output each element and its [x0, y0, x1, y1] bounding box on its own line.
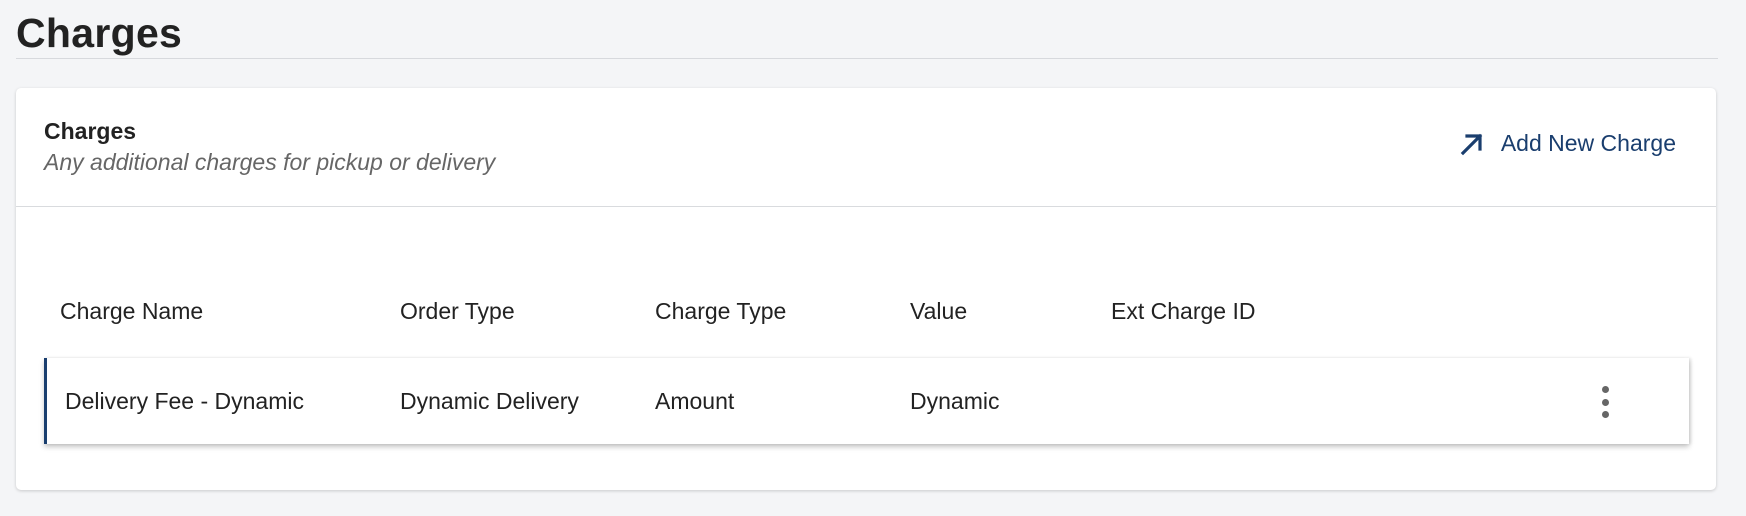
more-vertical-icon[interactable]	[1597, 386, 1613, 418]
table-header: Charge Name Order Type Charge Type Value…	[16, 298, 1716, 338]
column-header-charge-name: Charge Name	[60, 298, 204, 324]
cell-value: Dynamic	[910, 388, 1000, 414]
add-new-charge-button[interactable]: Add New Charge	[1459, 130, 1676, 157]
add-new-charge-label: Add New Charge	[1500, 130, 1676, 156]
cell-charge-type: Amount	[655, 388, 735, 414]
column-header-value: Value	[910, 298, 968, 324]
column-header-order-type: Order Type	[400, 298, 515, 324]
column-header-charge-type: Charge Type	[655, 298, 787, 324]
cell-order-type: Dynamic Delivery	[400, 388, 579, 414]
table-row[interactable]: Delivery Fee - Dynamic Dynamic Delivery …	[44, 358, 1689, 444]
page-title: Charges	[16, 10, 183, 56]
column-header-ext-charge-id: Ext Charge ID	[1111, 298, 1256, 324]
arrow-up-right-icon	[1459, 131, 1485, 157]
charges-card: Charges Any additional charges for picku…	[16, 88, 1716, 490]
cell-charge-name: Delivery Fee - Dynamic	[65, 388, 304, 414]
title-divider	[16, 58, 1718, 59]
card-header: Charges Any additional charges for picku…	[16, 88, 1716, 207]
card-title: Charges	[44, 118, 137, 144]
card-subtitle: Any additional charges for pickup or del…	[44, 149, 496, 175]
